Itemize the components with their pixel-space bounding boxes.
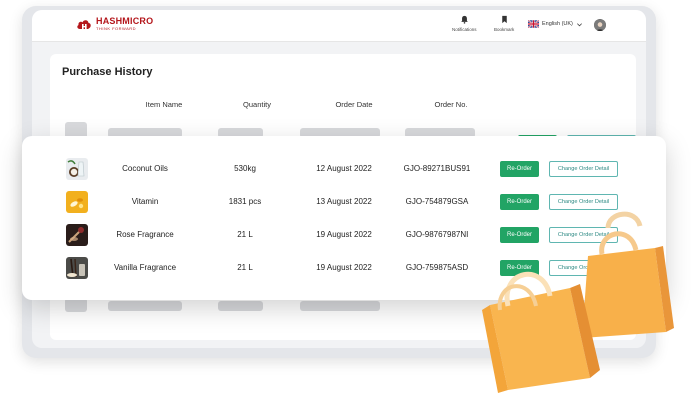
top-header: HASHMICRO THINK FORWARD Notifications Bo… <box>32 10 646 42</box>
column-header-quantity: Quantity <box>243 100 271 109</box>
shopping-bag-icon <box>582 211 674 338</box>
vitamin-image <box>66 191 88 213</box>
skeleton-quantity <box>218 301 263 311</box>
coconut-oil-image <box>66 158 88 180</box>
chevron-down-icon <box>576 22 582 26</box>
skeleton-date <box>300 301 380 311</box>
change-order-detail-button[interactable]: Change Order Detail <box>549 161 618 177</box>
item-name-cell: Vanilla Fragrance <box>113 263 177 272</box>
skeleton-thumbnail <box>65 298 87 312</box>
page-title: Purchase History <box>62 66 153 78</box>
bookmark-button[interactable]: Bookmark <box>494 15 514 32</box>
table-row: Coconut Oils 530kg 12 August 2022 GJO-89… <box>22 155 666 183</box>
quantity-cell: 21 L <box>237 230 253 239</box>
quantity-cell: 530kg <box>234 164 256 173</box>
rose-fragrance-thumb-icon <box>66 224 88 246</box>
skeleton-item-name <box>108 301 182 311</box>
logo-tagline: THINK FORWARD <box>96 26 137 31</box>
reorder-button[interactable]: Re-Order <box>500 194 539 210</box>
column-header-order-no: Order No. <box>434 100 468 109</box>
order-number-cell: GJO-89271BUS91 <box>403 164 471 173</box>
cloud-logo-icon <box>77 20 91 29</box>
bell-icon <box>460 15 468 24</box>
rose-fragrance-image <box>66 224 88 246</box>
item-name-cell: Rose Fragrance <box>116 230 174 239</box>
item-name-cell: Vitamin <box>131 197 159 206</box>
language-label: English (UK) <box>542 21 573 27</box>
vanilla-fragrance-image <box>66 257 88 279</box>
order-number-cell: GJO-754879GSA <box>405 197 469 206</box>
bookmark-label: Bookmark <box>494 27 515 32</box>
reorder-button[interactable]: Re-Order <box>500 161 539 177</box>
user-avatar-image <box>594 20 606 31</box>
vanilla-fragrance-thumb-icon <box>66 257 88 279</box>
shopping-bag-icon <box>482 271 600 393</box>
bookmark-icon <box>501 15 507 24</box>
column-header-order-date: Order Date <box>335 100 373 109</box>
change-order-detail-button[interactable]: Change Order Detail <box>549 194 618 210</box>
user-avatar[interactable] <box>594 19 606 31</box>
language-selector[interactable]: English (UK) <box>528 20 583 28</box>
quantity-cell: 1831 pcs <box>228 197 262 206</box>
column-header-item-name: Item Name <box>145 100 183 109</box>
quantity-cell: 21 L <box>237 263 253 272</box>
shopping-bags-illustration <box>482 211 674 393</box>
hashmicro-logo[interactable]: HASHMICRO THINK FORWARD <box>76 17 153 31</box>
notifications-label: Notifications <box>452 27 477 32</box>
uk-flag-icon <box>528 20 539 28</box>
logo-name: HASHMICRO <box>96 16 154 26</box>
notifications-button[interactable]: Notifications <box>452 15 477 32</box>
vitamin-thumb-icon <box>66 191 88 213</box>
item-name-cell: Coconut Oils <box>122 164 168 173</box>
coconut-oil-thumb-icon <box>66 158 88 180</box>
